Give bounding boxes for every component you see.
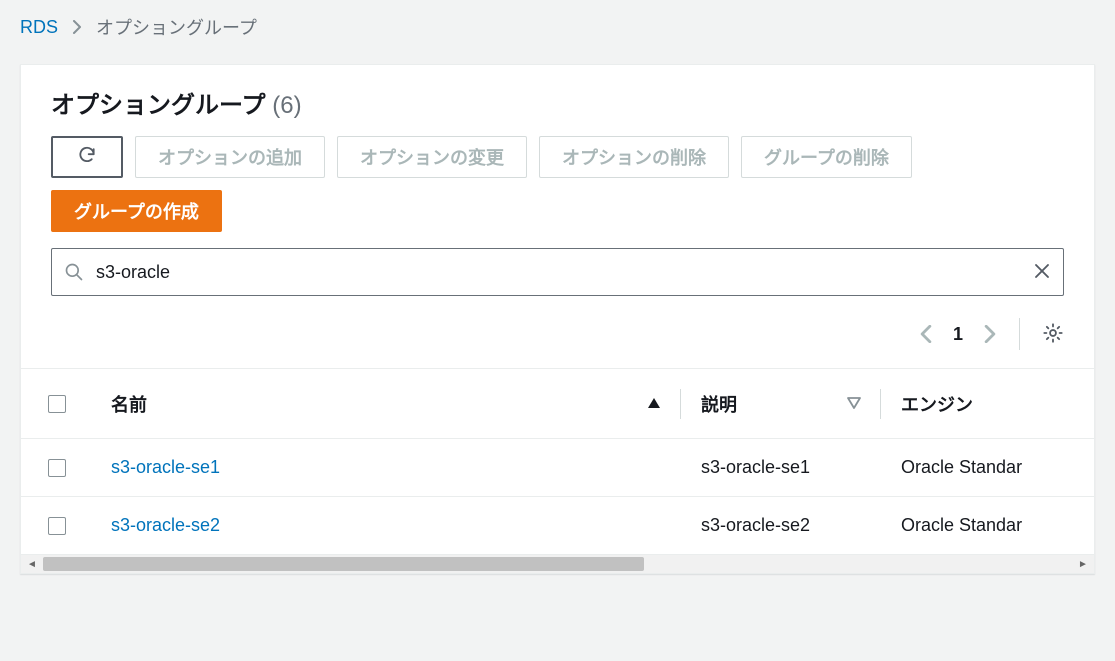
column-engine-header[interactable]: エンジン — [881, 384, 1094, 424]
prev-page-button[interactable] — [919, 325, 933, 343]
table-row: s3-oracle-se2 s3-oracle-se2 Oracle Stand… — [21, 497, 1094, 555]
option-groups-table: 名前 説明 エンジン — [21, 368, 1094, 555]
settings-button[interactable] — [1042, 322, 1064, 347]
pager: 1 — [919, 324, 997, 345]
search-input[interactable] — [94, 261, 1023, 284]
column-description-label: 説明 — [701, 391, 737, 417]
row-name-link[interactable]: s3-oracle-se2 — [111, 515, 220, 535]
clear-search-button[interactable] — [1033, 262, 1051, 283]
next-page-button[interactable] — [983, 325, 997, 343]
scrollbar-thumb[interactable] — [43, 557, 644, 571]
add-option-button[interactable]: オプションの追加 — [135, 136, 325, 178]
page-title-text: オプショングループ — [51, 92, 266, 119]
column-name-label: 名前 — [111, 391, 147, 417]
column-engine-label: エンジン — [901, 391, 973, 417]
sort-asc-icon — [647, 393, 661, 414]
page-title: オプショングループ (6) — [51, 85, 1064, 120]
select-all-checkbox[interactable] — [48, 395, 66, 413]
create-group-button[interactable]: グループの作成 — [51, 190, 222, 232]
gear-icon — [1042, 322, 1064, 347]
page-number: 1 — [953, 324, 963, 345]
horizontal-scrollbar[interactable]: ◄ ► — [21, 555, 1094, 573]
breadcrumb-root-link[interactable]: RDS — [20, 17, 58, 38]
row-checkbox[interactable] — [48, 517, 66, 535]
row-description: s3-oracle-se2 — [681, 515, 881, 536]
page-title-count: (6) — [272, 92, 301, 119]
column-description-header[interactable]: 説明 — [681, 384, 881, 424]
chevron-right-icon — [72, 20, 82, 34]
search-icon — [64, 262, 84, 282]
delete-group-button[interactable]: グループの削除 — [741, 136, 912, 178]
column-name-header[interactable]: 名前 — [91, 384, 681, 424]
scroll-left-arrow[interactable]: ◄ — [23, 555, 41, 573]
delete-option-button[interactable]: オプションの削除 — [539, 136, 729, 178]
select-all-header — [21, 384, 91, 424]
toolbar: オプションの追加 オプションの変更 オプションの削除 グループの削除 グループの… — [51, 136, 1064, 232]
pager-row: 1 — [51, 312, 1064, 368]
close-icon — [1033, 262, 1051, 283]
search-bar — [51, 248, 1064, 296]
row-engine: Oracle Standar — [881, 457, 1094, 478]
breadcrumb: RDS オプショングループ — [0, 0, 1115, 54]
table-row: s3-oracle-se1 s3-oracle-se1 Oracle Stand… — [21, 439, 1094, 497]
row-description: s3-oracle-se1 — [681, 457, 881, 478]
scroll-right-arrow[interactable]: ► — [1074, 555, 1092, 573]
breadcrumb-current: オプショングループ — [96, 14, 257, 40]
row-engine: Oracle Standar — [881, 515, 1094, 536]
option-groups-panel: オプショングループ (6) オプションの追加 オプションの変更 オプションの削除… — [20, 64, 1095, 574]
sort-none-icon — [847, 393, 861, 414]
table-header: 名前 説明 エンジン — [21, 369, 1094, 439]
row-checkbox[interactable] — [48, 459, 66, 477]
divider — [1019, 318, 1020, 350]
row-name-link[interactable]: s3-oracle-se1 — [111, 457, 220, 477]
refresh-icon — [77, 145, 97, 170]
modify-option-button[interactable]: オプションの変更 — [337, 136, 527, 178]
refresh-button[interactable] — [51, 136, 123, 178]
